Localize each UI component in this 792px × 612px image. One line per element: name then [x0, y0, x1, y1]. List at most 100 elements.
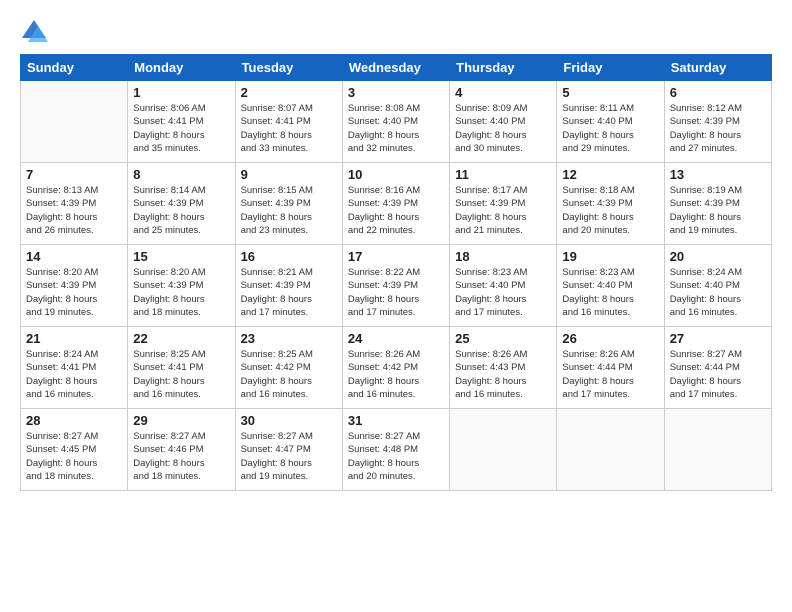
day-cell: 14 Sunrise: 8:20 AMSunset: 4:39 PMDayligh… — [21, 245, 128, 327]
calendar-header-row: SundayMondayTuesdayWednesdayThursdayFrid… — [21, 55, 772, 81]
day-cell: 24 Sunrise: 8:26 AMSunset: 4:42 PMDayligh… — [342, 327, 449, 409]
day-info: Sunrise: 8:07 AMSunset: 4:41 PMDaylight:… — [241, 102, 337, 155]
day-number: 13 — [670, 167, 766, 182]
day-number: 12 — [562, 167, 658, 182]
day-cell: 15 Sunrise: 8:20 AMSunset: 4:39 PMDayligh… — [128, 245, 235, 327]
week-row-1: 1Sunrise: 8:06 AMSunset: 4:41 PMDaylight… — [21, 81, 772, 163]
day-info: Sunrise: 8:19 AMSunset: 4:39 PMDaylight:… — [670, 184, 766, 237]
day-info: Sunrise: 8:27 AMSunset: 4:47 PMDaylight:… — [241, 430, 337, 483]
day-cell — [664, 409, 771, 491]
day-info: Sunrise: 8:12 AMSunset: 4:39 PMDaylight:… — [670, 102, 766, 155]
week-row-2: 7 Sunrise: 8:13 AMSunset: 4:39 PMDaylight… — [21, 163, 772, 245]
day-cell: 17 Sunrise: 8:22 AMSunset: 4:39 PMDayligh… — [342, 245, 449, 327]
logo-icon — [20, 18, 48, 46]
day-number: 8 — [133, 167, 229, 182]
day-number: 18 — [455, 249, 551, 264]
day-cell: 28 Sunrise: 8:27 AMSunset: 4:45 PMDayligh… — [21, 409, 128, 491]
day-cell: 11 Sunrise: 8:17 AMSunset: 4:39 PMDayligh… — [450, 163, 557, 245]
day-info: Sunrise: 8:11 AMSunset: 4:40 PMDaylight:… — [562, 102, 658, 155]
week-row-5: 28 Sunrise: 8:27 AMSunset: 4:45 PMDayligh… — [21, 409, 772, 491]
day-info: Sunrise: 8:27 AMSunset: 4:44 PMDaylight:… — [670, 348, 766, 401]
day-header-friday: Friday — [557, 55, 664, 81]
day-number: 16 — [241, 249, 337, 264]
day-info: Sunrise: 8:24 AMSunset: 4:40 PMDaylight:… — [670, 266, 766, 319]
day-number: 7 — [26, 167, 122, 182]
week-row-4: 21 Sunrise: 8:24 AMSunset: 4:41 PMDayligh… — [21, 327, 772, 409]
day-cell: 21 Sunrise: 8:24 AMSunset: 4:41 PMDayligh… — [21, 327, 128, 409]
day-info: Sunrise: 8:23 AMSunset: 4:40 PMDaylight:… — [455, 266, 551, 319]
day-number: 28 — [26, 413, 122, 428]
day-number: 23 — [241, 331, 337, 346]
day-cell — [21, 81, 128, 163]
day-cell: 10 Sunrise: 8:16 AMSunset: 4:39 PMDayligh… — [342, 163, 449, 245]
day-info: Sunrise: 8:14 AMSunset: 4:39 PMDaylight:… — [133, 184, 229, 237]
day-cell — [557, 409, 664, 491]
day-number: 21 — [26, 331, 122, 346]
day-number: 15 — [133, 249, 229, 264]
day-info: Sunrise: 8:26 AMSunset: 4:44 PMDaylight:… — [562, 348, 658, 401]
day-info: Sunrise: 8:09 AMSunset: 4:40 PMDaylight:… — [455, 102, 551, 155]
day-number: 2 — [241, 85, 337, 100]
day-info: Sunrise: 8:13 AMSunset: 4:39 PMDaylight:… — [26, 184, 122, 237]
calendar-table: SundayMondayTuesdayWednesdayThursdayFrid… — [20, 54, 772, 491]
day-info: Sunrise: 8:18 AMSunset: 4:39 PMDaylight:… — [562, 184, 658, 237]
day-info: Sunrise: 8:15 AMSunset: 4:39 PMDaylight:… — [241, 184, 337, 237]
day-info: Sunrise: 8:08 AMSunset: 4:40 PMDaylight:… — [348, 102, 444, 155]
day-number: 10 — [348, 167, 444, 182]
day-number: 11 — [455, 167, 551, 182]
day-cell: 31 Sunrise: 8:27 AMSunset: 4:48 PMDayligh… — [342, 409, 449, 491]
day-info: Sunrise: 8:20 AMSunset: 4:39 PMDaylight:… — [133, 266, 229, 319]
day-number: 14 — [26, 249, 122, 264]
day-cell: 23 Sunrise: 8:25 AMSunset: 4:42 PMDayligh… — [235, 327, 342, 409]
day-cell: 29 Sunrise: 8:27 AMSunset: 4:46 PMDayligh… — [128, 409, 235, 491]
day-cell: 12 Sunrise: 8:18 AMSunset: 4:39 PMDayligh… — [557, 163, 664, 245]
day-info: Sunrise: 8:16 AMSunset: 4:39 PMDaylight:… — [348, 184, 444, 237]
day-header-tuesday: Tuesday — [235, 55, 342, 81]
day-cell: 9 Sunrise: 8:15 AMSunset: 4:39 PMDaylight… — [235, 163, 342, 245]
day-info: Sunrise: 8:17 AMSunset: 4:39 PMDaylight:… — [455, 184, 551, 237]
day-number: 19 — [562, 249, 658, 264]
day-cell: 13 Sunrise: 8:19 AMSunset: 4:39 PMDayligh… — [664, 163, 771, 245]
day-cell: 7 Sunrise: 8:13 AMSunset: 4:39 PMDaylight… — [21, 163, 128, 245]
day-number: 3 — [348, 85, 444, 100]
day-number: 27 — [670, 331, 766, 346]
day-info: Sunrise: 8:27 AMSunset: 4:46 PMDaylight:… — [133, 430, 229, 483]
day-header-thursday: Thursday — [450, 55, 557, 81]
day-header-saturday: Saturday — [664, 55, 771, 81]
day-number: 9 — [241, 167, 337, 182]
day-cell: 3 Sunrise: 8:08 AMSunset: 4:40 PMDaylight… — [342, 81, 449, 163]
page: SundayMondayTuesdayWednesdayThursdayFrid… — [0, 0, 792, 612]
day-info: Sunrise: 8:25 AMSunset: 4:41 PMDaylight:… — [133, 348, 229, 401]
day-info: Sunrise: 8:25 AMSunset: 4:42 PMDaylight:… — [241, 348, 337, 401]
day-number: 22 — [133, 331, 229, 346]
day-cell: 6Sunrise: 8:12 AMSunset: 4:39 PMDaylight… — [664, 81, 771, 163]
day-cell: 18 Sunrise: 8:23 AMSunset: 4:40 PMDayligh… — [450, 245, 557, 327]
day-header-wednesday: Wednesday — [342, 55, 449, 81]
day-info: Sunrise: 8:27 AMSunset: 4:48 PMDaylight:… — [348, 430, 444, 483]
day-number: 4 — [455, 85, 551, 100]
day-cell: 30Sunrise: 8:27 AMSunset: 4:47 PMDayligh… — [235, 409, 342, 491]
day-cell: 25Sunrise: 8:26 AMSunset: 4:43 PMDayligh… — [450, 327, 557, 409]
day-info: Sunrise: 8:20 AMSunset: 4:39 PMDaylight:… — [26, 266, 122, 319]
day-cell: 4 Sunrise: 8:09 AMSunset: 4:40 PMDaylight… — [450, 81, 557, 163]
day-number: 17 — [348, 249, 444, 264]
day-number: 29 — [133, 413, 229, 428]
day-cell: 19Sunrise: 8:23 AMSunset: 4:40 PMDayligh… — [557, 245, 664, 327]
day-cell: 20Sunrise: 8:24 AMSunset: 4:40 PMDayligh… — [664, 245, 771, 327]
day-cell: 2 Sunrise: 8:07 AMSunset: 4:41 PMDaylight… — [235, 81, 342, 163]
logo — [20, 18, 52, 46]
header — [20, 18, 772, 46]
week-row-3: 14 Sunrise: 8:20 AMSunset: 4:39 PMDayligh… — [21, 245, 772, 327]
day-info: Sunrise: 8:27 AMSunset: 4:45 PMDaylight:… — [26, 430, 122, 483]
day-info: Sunrise: 8:06 AMSunset: 4:41 PMDaylight:… — [133, 102, 229, 155]
day-info: Sunrise: 8:26 AMSunset: 4:43 PMDaylight:… — [455, 348, 551, 401]
day-cell: 26Sunrise: 8:26 AMSunset: 4:44 PMDayligh… — [557, 327, 664, 409]
day-info: Sunrise: 8:22 AMSunset: 4:39 PMDaylight:… — [348, 266, 444, 319]
day-header-sunday: Sunday — [21, 55, 128, 81]
day-number: 31 — [348, 413, 444, 428]
day-cell — [450, 409, 557, 491]
day-number: 24 — [348, 331, 444, 346]
day-info: Sunrise: 8:24 AMSunset: 4:41 PMDaylight:… — [26, 348, 122, 401]
day-info: Sunrise: 8:26 AMSunset: 4:42 PMDaylight:… — [348, 348, 444, 401]
day-cell: 22 Sunrise: 8:25 AMSunset: 4:41 PMDayligh… — [128, 327, 235, 409]
